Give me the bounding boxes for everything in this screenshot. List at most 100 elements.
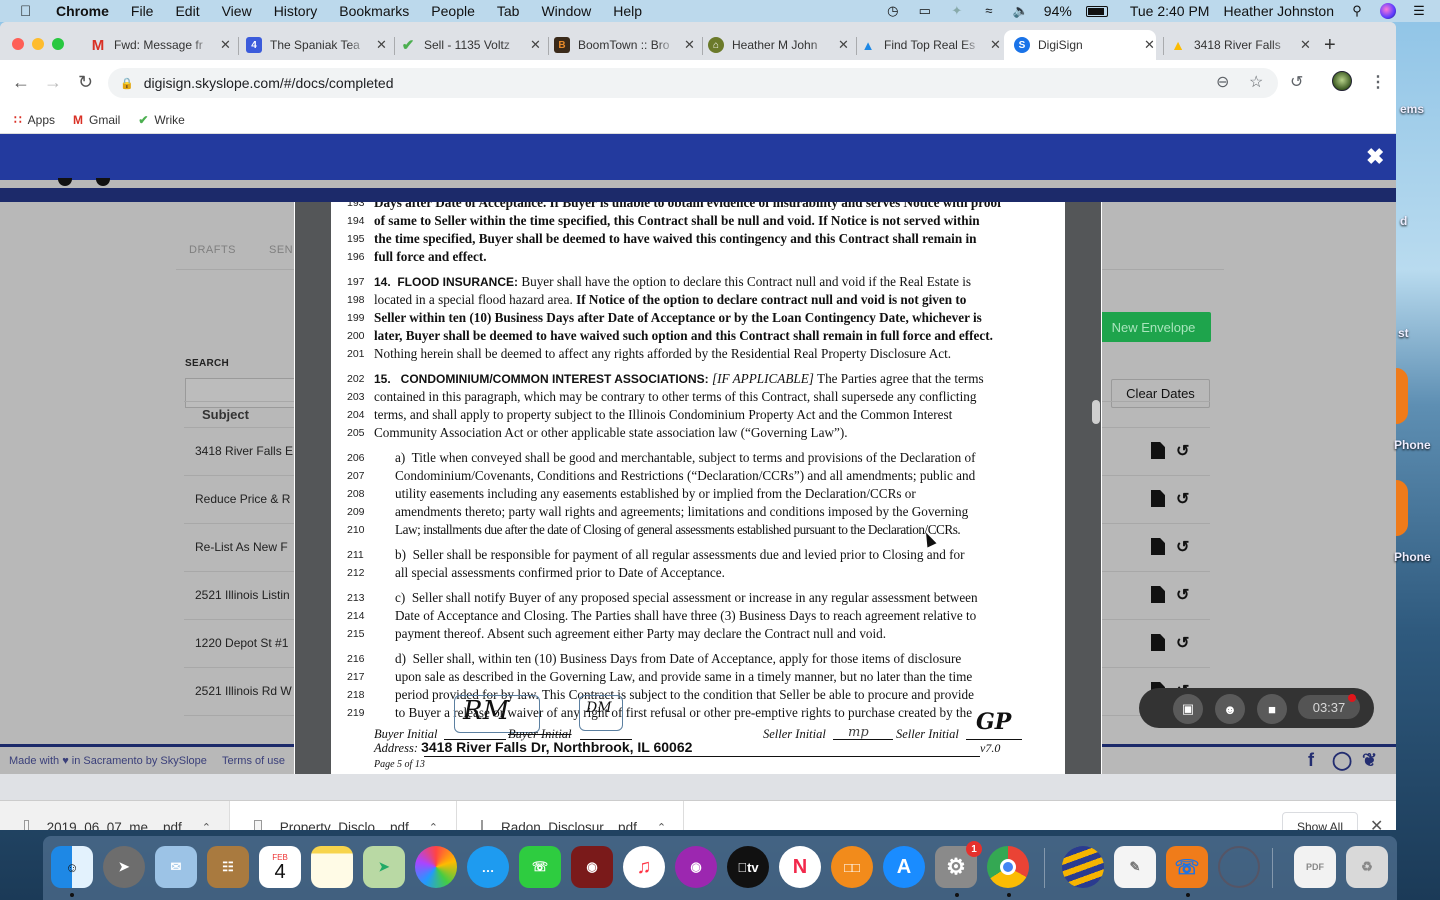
menu-edit[interactable]: Edit [175,3,199,19]
twitter-icon[interactable]: ❦ [1362,750,1377,771]
download-item[interactable]: Property_Disclo....pdf ⌃ [230,801,457,830]
menu-clock[interactable]: Tue 2:40 PM [1130,3,1210,19]
history-icon[interactable]: ↺ [1176,537,1189,557]
menu-view[interactable]: View [222,3,252,19]
document-scrollbar[interactable] [1092,400,1100,424]
siri-icon[interactable] [1380,3,1396,19]
download-item[interactable]: Radon_Disclosur....pdf ⌃ [457,801,684,830]
tab-find-top-real-estate[interactable]: ▲ Find Top Real Es ✕ [850,30,1001,60]
photo-booth-icon[interactable]: ◉ [571,846,613,888]
close-modal-icon[interactable]: ✖ [1366,144,1384,170]
profile-avatar[interactable] [1332,71,1352,91]
show-all-downloads-button[interactable]: Show All [1282,812,1358,830]
tab-boomtown[interactable]: B BoomTown :: Bro ✕ [544,30,703,60]
download-item[interactable]: 2019_06_07_me....pdf ⌃ [0,801,230,830]
history-icon[interactable]: ↺ [1176,633,1189,653]
instagram-icon[interactable]: ◯ [1332,750,1352,771]
desktop-phone-app-icon[interactable] [1396,480,1408,536]
finder-icon[interactable]: ☺ [51,846,93,888]
tab-sell-voltz[interactable]: ✔ Sell - 1135 Voltz ✕ [390,30,549,60]
trash-icon[interactable]: ♻ [1346,846,1388,888]
stripes-app-icon[interactable] [1062,846,1104,888]
close-window-button[interactable] [12,38,24,50]
pdf-document-icon[interactable]: PDF [1294,846,1336,888]
desktop-phone-app-icon[interactable] [1396,368,1408,424]
row-subject[interactable]: Re-List As New F [195,540,305,554]
close-tab-icon[interactable]: ✕ [990,37,1001,53]
close-tab-icon[interactable]: ✕ [1144,37,1155,53]
document-icon[interactable] [1151,442,1165,459]
bookmark-star-icon[interactable]: ☆ [1249,72,1263,92]
books-icon[interactable]: □□ [831,846,873,888]
volume-icon[interactable]: 🔈 [1012,4,1030,18]
wifi-icon[interactable]: ≈ [980,4,998,18]
history-icon[interactable]: ↺ [1176,489,1189,509]
menu-tab[interactable]: Tab [497,3,520,19]
desktop-item-label[interactable]: Phone [1394,550,1431,564]
column-subject[interactable]: Subject [202,407,249,422]
desktop-item-label[interactable]: Phone [1394,438,1431,452]
history-icon[interactable]: ↺ [1176,441,1189,461]
close-tab-icon[interactable]: ✕ [530,37,541,53]
close-tab-icon[interactable]: ✕ [376,37,387,53]
row-subject[interactable]: 1220 Depot St #1 [195,636,305,650]
forward-button[interactable]: → [44,72,62,93]
document-icon[interactable] [1151,538,1165,555]
document-icon[interactable] [1151,490,1165,507]
textedit-icon[interactable]: ✎ [1114,846,1156,888]
notes-icon[interactable] [311,846,353,888]
app-store-icon[interactable]: A [883,846,925,888]
time-machine-icon[interactable]: ◷ [884,4,902,18]
tab-sent[interactable]: SEN [269,244,293,256]
bookmark-gmail[interactable]: M Gmail [73,113,120,127]
menu-bookmarks[interactable]: Bookmarks [339,3,409,19]
desktop-item-label[interactable]: d [1400,214,1407,228]
chevron-up-icon[interactable]: ⌃ [429,821,438,831]
history-icon[interactable]: ↺ [1176,585,1189,605]
menu-people[interactable]: People [431,3,475,19]
chrome-icon[interactable] [987,846,1029,888]
maps-icon[interactable]: ➤ [363,846,405,888]
new-tab-button[interactable]: + [1324,34,1336,57]
reload-button[interactable]: ↻ [78,72,93,93]
system-preferences-icon[interactable]: ⚙ 1 [935,841,982,888]
desktop-item-label[interactable]: ems [1400,102,1424,116]
mail-icon[interactable]: ✉ [155,846,197,888]
phone-app-icon[interactable]: ☏ [1166,846,1208,888]
camera-user-icon[interactable]: ☻ [1215,694,1245,724]
spotlight-icon[interactable]: ⚲ [1348,4,1366,18]
bookmark-apps[interactable]: ∷ Apps [14,113,55,127]
menu-file[interactable]: File [131,3,154,19]
back-button[interactable]: ← [12,72,30,93]
document-icon[interactable] [1151,634,1165,651]
extension-refresh-icon[interactable]: ↺ [1290,72,1303,92]
podcasts-icon[interactable]: ◉ [675,846,717,888]
calendar-icon[interactable]: FEB 4 [259,846,301,888]
menu-help[interactable]: Help [613,3,642,19]
url-text[interactable]: digisign.skyslope.com/#/docs/completed [144,75,394,91]
apple-menu-icon[interactable]:  [20,3,38,20]
notification-center-icon[interactable]: ☰ [1410,4,1428,18]
row-subject[interactable]: 2521 Illinois Rd W [195,684,305,698]
tab-heather-m-johnston[interactable]: ⌂ Heather M John ✕ [698,30,857,60]
row-subject[interactable]: 2521 Illinois Listin [195,588,305,602]
chevron-up-icon[interactable]: ⌃ [657,821,666,831]
buyer-initial-2-box[interactable]: DM [579,695,623,731]
document-icon[interactable] [1151,586,1165,603]
contacts-icon[interactable]: ☷ [207,846,249,888]
facebook-icon[interactable]: f [1308,750,1314,771]
stop-icon[interactable]: ■ [1257,694,1287,724]
new-envelope-button[interactable]: New Envelope [1096,312,1211,342]
terms-of-use-link[interactable]: Terms of use [222,755,285,767]
zoom-window-button[interactable] [52,38,64,50]
row-subject[interactable]: Reduce Price & R [195,492,305,506]
menu-user[interactable]: Heather Johnston [1223,3,1334,19]
launchpad-icon[interactable]: ➤ [103,846,145,888]
screen-share-icon[interactable]: ▣ [1173,694,1203,724]
bookmark-wrike[interactable]: ✔ Wrike [138,113,185,127]
tab-digisign[interactable]: S DigiSign ✕ [1004,30,1164,60]
bluetooth-icon[interactable]: ✦ [948,4,966,18]
music-icon[interactable]: ♫ [623,846,665,888]
tab-gmail[interactable]: M Fwd: Message fr ✕ [80,30,239,60]
chrome-menu-icon[interactable]: ⋮ [1370,72,1386,92]
